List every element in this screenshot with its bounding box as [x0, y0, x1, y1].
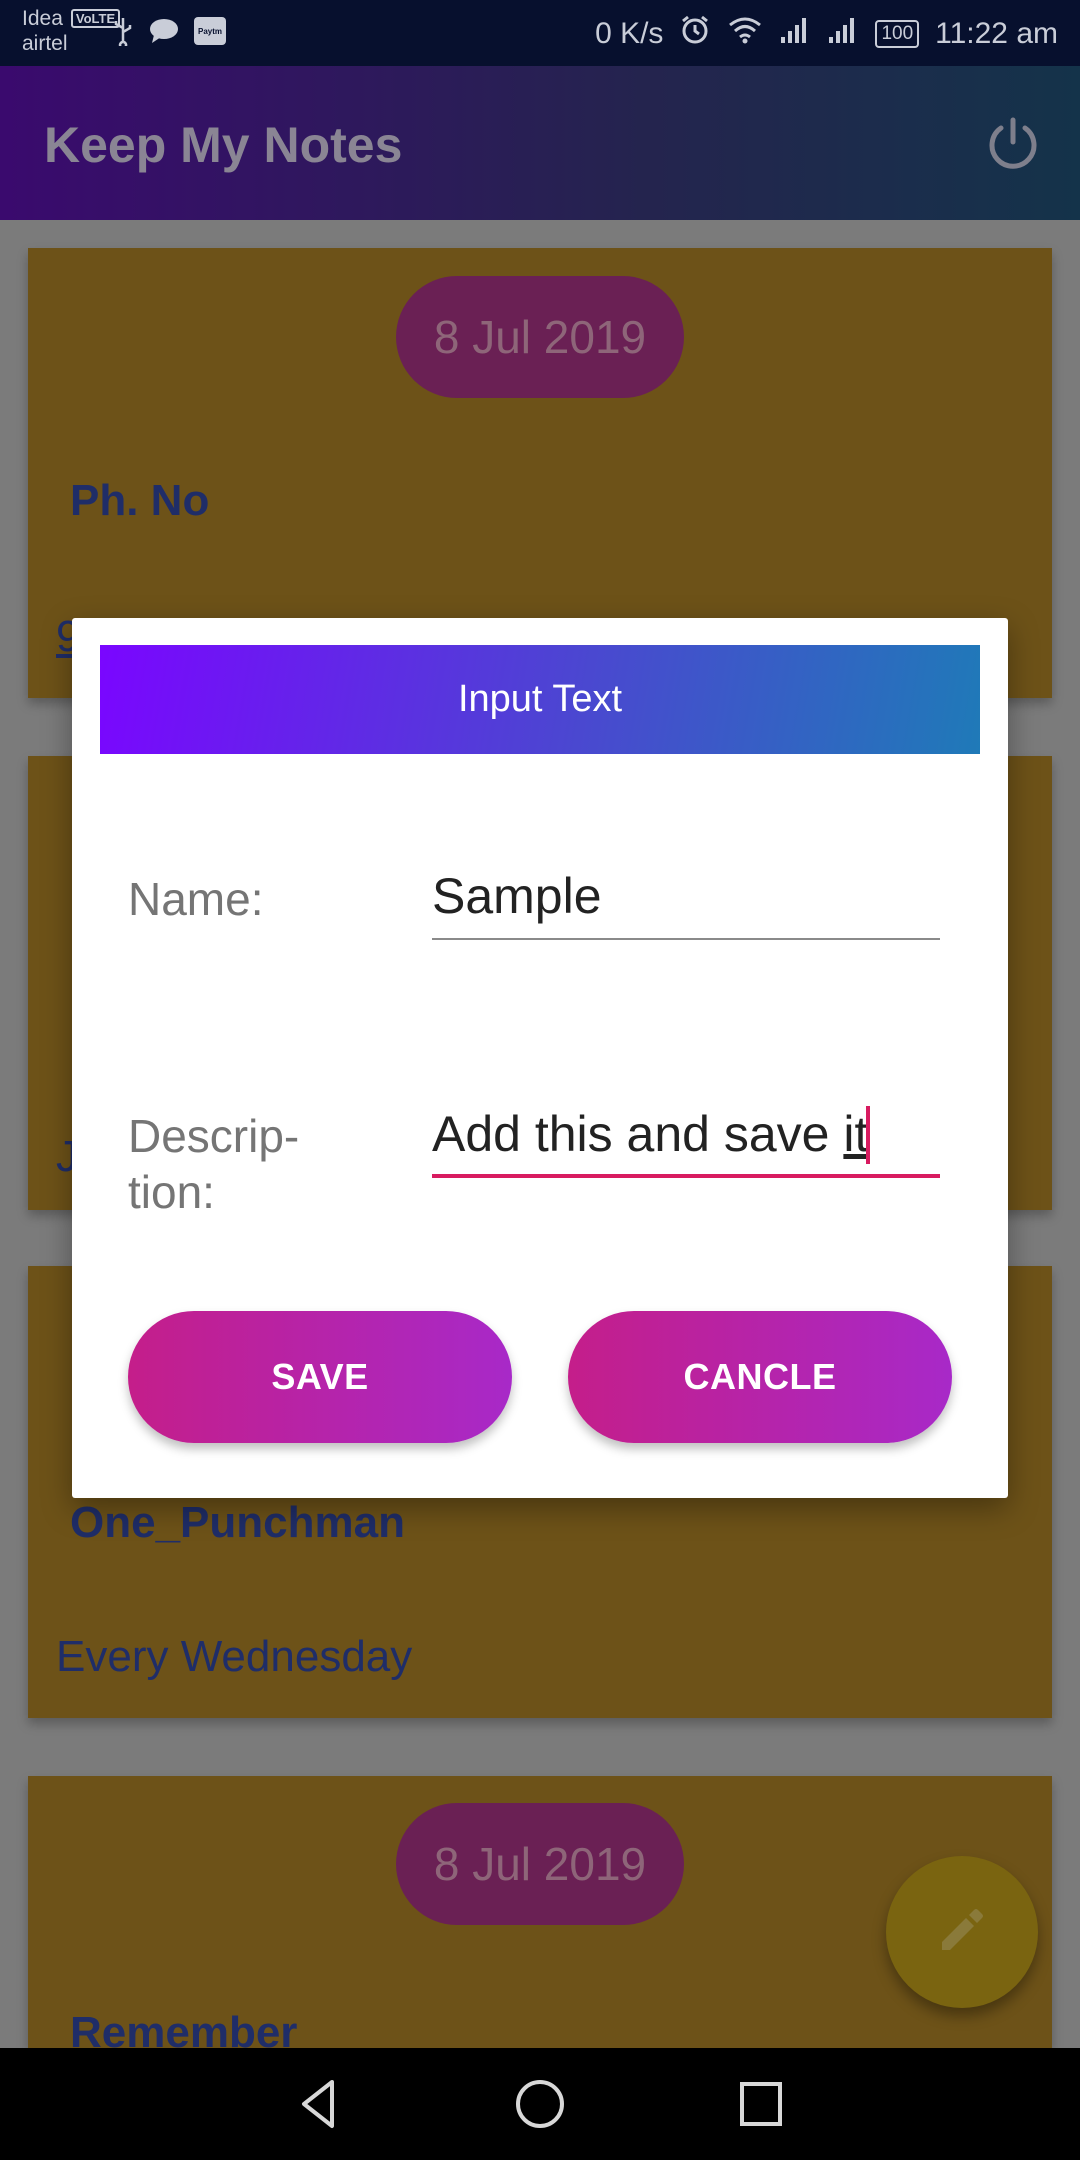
- wifi-icon: [727, 15, 763, 53]
- description-composing-word: it: [843, 1106, 869, 1162]
- cancel-button[interactable]: CANCLE: [568, 1311, 952, 1443]
- carrier-1: Idea: [22, 7, 63, 30]
- app-title: Keep My Notes: [44, 117, 403, 173]
- battery-icon: 100: [875, 20, 920, 48]
- notification-icons: Paytm: [112, 16, 226, 46]
- name-label: Name:: [128, 873, 264, 925]
- signal-icon: [779, 15, 811, 53]
- note-desc: Every Wednesday: [56, 1632, 413, 1681]
- status-bar: Idea VoLTE airtel Paytm 0 K/s 100 11:22 …: [0, 0, 1080, 66]
- carrier-2: airtel: [22, 32, 68, 55]
- carrier-info: Idea VoLTE airtel: [22, 6, 121, 56]
- input-dialog: Input Text Name: Descrip- tion: Add this…: [72, 618, 1008, 1498]
- note-title: One_Punchman: [70, 1498, 405, 1547]
- description-underline: [432, 1174, 940, 1178]
- save-button[interactable]: SAVE: [128, 1311, 512, 1443]
- paytm-icon: Paytm: [194, 17, 226, 45]
- description-label-line-1: Descrip-: [128, 1110, 300, 1162]
- description-input[interactable]: Add this and save it: [432, 1102, 940, 1166]
- signal-icon-2: [827, 15, 859, 53]
- description-label-line-2: tion:: [128, 1166, 215, 1218]
- system-status: 0 K/s 100 11:22 am: [595, 14, 1058, 54]
- net-speed: 0 K/s: [595, 17, 664, 50]
- name-underline: [432, 938, 940, 940]
- power-icon[interactable]: [982, 112, 1044, 174]
- text-cursor: [866, 1106, 870, 1164]
- clock: 11:22 am: [935, 17, 1058, 50]
- alarm-icon: [679, 14, 711, 54]
- note-date: 8 Jul 2019: [396, 1803, 684, 1925]
- note-date: 8 Jul 2019: [396, 276, 684, 398]
- navigation-bar: [0, 2048, 1080, 2160]
- description-text: Add this and save: [432, 1106, 844, 1162]
- note-title: Remember: [70, 2008, 298, 2048]
- message-icon: [148, 17, 180, 45]
- description-label: Descrip- tion:: [128, 1108, 299, 1220]
- note-title: Ph. No: [70, 476, 210, 525]
- usb-icon: [112, 16, 134, 46]
- add-note-button[interactable]: [886, 1856, 1038, 2008]
- pencil-icon: [934, 1902, 990, 1963]
- name-input[interactable]: [432, 864, 940, 928]
- dialog-title: Input Text: [100, 645, 980, 754]
- home-icon[interactable]: [510, 2074, 570, 2134]
- recents-icon[interactable]: [730, 2074, 790, 2134]
- back-icon[interactable]: [290, 2074, 350, 2134]
- app-bar: Keep My Notes: [0, 66, 1080, 220]
